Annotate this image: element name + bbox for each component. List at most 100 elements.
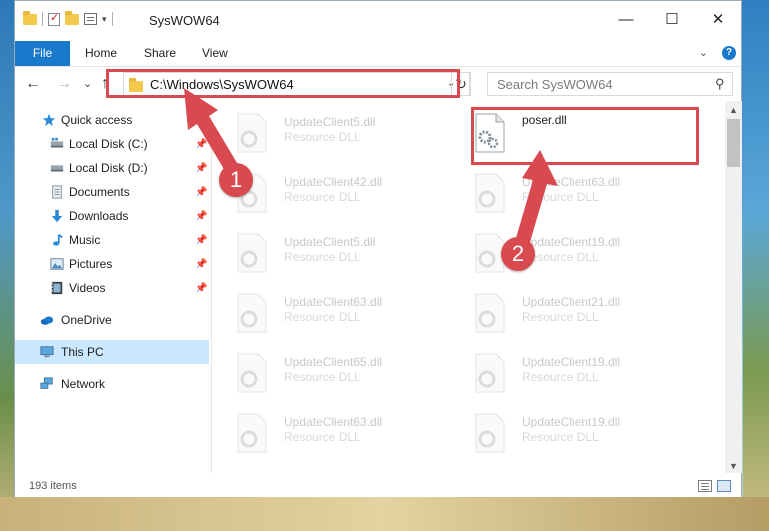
step-1-badge: 1 — [219, 163, 253, 197]
file-item[interactable]: UpdateClient21.dll Resource DLL — [450, 285, 650, 335]
drive-icon — [50, 165, 64, 172]
file-type: Resource DLL — [284, 190, 361, 204]
maximize-button[interactable]: ☐ — [662, 10, 682, 30]
file-item[interactable]: UpdateClient65.dll Resource DLL — [212, 345, 412, 395]
forward-button[interactable]: → — [56, 75, 72, 93]
pin-icon[interactable]: 📌 — [195, 259, 207, 270]
file-name: UpdateClient19.dll — [522, 415, 621, 429]
star-icon — [42, 113, 56, 127]
sidebar-item-videos[interactable]: Videos 📌 — [15, 276, 209, 300]
back-button[interactable]: ← — [25, 75, 41, 93]
file-type: Resource DLL — [284, 430, 361, 444]
file-name: UpdateClient19.dll — [522, 355, 621, 369]
details-view-icon[interactable] — [698, 480, 712, 492]
file-type: Resource DLL — [284, 310, 361, 324]
desktop-background-left — [0, 0, 14, 531]
address-highlight-box — [106, 69, 460, 98]
pin-icon[interactable]: 📌 — [195, 211, 207, 222]
cloud-icon — [40, 316, 54, 325]
file-item[interactable]: UpdateClient63.dll Resource DLL — [212, 285, 412, 335]
dll-file-icon — [475, 353, 505, 393]
sidebar-item-onedrive[interactable]: OneDrive — [15, 308, 209, 332]
scroll-down-arrow-icon[interactable]: ▼ — [729, 461, 738, 471]
music-icon — [53, 234, 63, 246]
minimize-button[interactable]: — — [616, 10, 636, 30]
step-2-badge: 2 — [501, 237, 535, 271]
sidebar-item-label: Quick access — [61, 113, 133, 127]
sidebar-item-downloads[interactable]: Downloads 📌 — [15, 204, 209, 228]
tab-file[interactable]: File — [15, 41, 70, 66]
dll-file-icon — [237, 233, 267, 273]
sidebar-item-label: Local Disk (D:) — [69, 161, 148, 175]
vertical-scrollbar[interactable]: ▲ ▼ — [725, 101, 742, 473]
sidebar-item-label: Network — [61, 377, 106, 391]
file-item[interactable]: UpdateClient63.dll Resource DLL — [212, 405, 412, 455]
file-item[interactable]: UpdateClient5.dll Resource DLL — [212, 225, 412, 275]
sidebar-item-label: Documents — [69, 185, 130, 199]
sidebar-item-network[interactable]: Network — [15, 372, 209, 396]
window-title: SysWOW64 — [149, 13, 220, 28]
search-icon[interactable]: ⚲ — [715, 76, 725, 92]
folder-icon[interactable] — [23, 10, 37, 25]
file-name: UpdateClient63.dll — [284, 295, 383, 309]
dll-file-icon — [237, 413, 267, 453]
sidebar-item-label: Downloads — [69, 209, 129, 223]
scroll-up-arrow-icon[interactable]: ▲ — [729, 105, 738, 115]
quick-access-toolbar: ▾ — [23, 10, 113, 26]
file-type: Resource DLL — [522, 310, 599, 324]
download-icon — [51, 209, 63, 223]
search-placeholder: Search SysWOW64 — [497, 77, 613, 92]
status-bar: 193 items — [15, 473, 741, 497]
new-folder-icon[interactable] — [65, 10, 79, 25]
computer-icon — [40, 346, 54, 358]
documents-icon — [52, 185, 62, 199]
file-item[interactable]: UpdateClient19.dll Resource DLL — [450, 345, 650, 395]
file-name: UpdateClient63.dll — [284, 415, 383, 429]
network-icon — [40, 377, 53, 389]
tab-home[interactable]: Home — [85, 41, 117, 66]
pin-icon[interactable]: 📌 — [195, 283, 207, 294]
desktop-background-bottom — [0, 497, 769, 531]
item-count: 193 items — [29, 480, 77, 492]
title-bar: ▾ SysWOW64 — ☐ ✕ — [15, 1, 741, 41]
file-name: UpdateClient42.dll — [284, 175, 383, 189]
file-item[interactable]: UpdateClient19.dll Resource DLL — [450, 405, 650, 455]
file-name: UpdateClient5.dll — [284, 235, 376, 249]
dll-file-icon — [237, 353, 267, 393]
file-name: UpdateClient5.dll — [284, 115, 376, 129]
toolbar-divider — [42, 12, 43, 26]
annotation-arrow-2-icon — [516, 150, 558, 242]
view-properties-icon[interactable] — [84, 13, 97, 25]
file-type: Resource DLL — [284, 250, 361, 264]
file-name: UpdateClient65.dll — [284, 355, 383, 369]
file-type: Resource DLL — [522, 430, 599, 444]
help-icon[interactable]: ? — [722, 46, 736, 60]
pictures-icon — [50, 258, 64, 270]
sidebar-item-this-pc[interactable]: This PC — [15, 340, 209, 364]
sidebar-item-label: Pictures — [69, 257, 113, 271]
close-button[interactable]: ✕ — [708, 10, 728, 30]
pin-icon[interactable]: 📌 — [195, 235, 207, 246]
dll-file-icon — [475, 293, 505, 333]
properties-check-icon[interactable] — [48, 11, 60, 26]
file-name: UpdateClient21.dll — [522, 295, 621, 309]
file-type: Resource DLL — [284, 130, 361, 144]
dll-file-icon — [475, 413, 505, 453]
file-type: Resource DLL — [284, 370, 361, 384]
desktop-background-right — [743, 0, 769, 531]
large-icons-view-icon[interactable] — [717, 480, 731, 492]
search-input[interactable]: Search SysWOW64 ⚲ — [487, 72, 733, 96]
tab-view[interactable]: View — [202, 41, 228, 66]
sidebar-item-label: Videos — [69, 281, 106, 295]
recent-locations-chevron-icon[interactable]: ⌄ — [83, 77, 92, 90]
customize-toolbar-chevron-icon[interactable]: ▾ — [102, 14, 107, 25]
expand-ribbon-chevron-icon[interactable]: ⌄ — [699, 46, 708, 59]
sidebar-item-label: This PC — [61, 345, 104, 359]
sidebar-item-label: OneDrive — [61, 313, 112, 327]
scrollbar-thumb[interactable] — [727, 119, 740, 167]
sidebar-item-music[interactable]: Music 📌 — [15, 228, 209, 252]
tab-share[interactable]: Share — [144, 41, 176, 66]
dll-file-icon — [237, 293, 267, 333]
sidebar-item-pictures[interactable]: Pictures 📌 — [15, 252, 209, 276]
toolbar-divider — [111, 12, 113, 26]
